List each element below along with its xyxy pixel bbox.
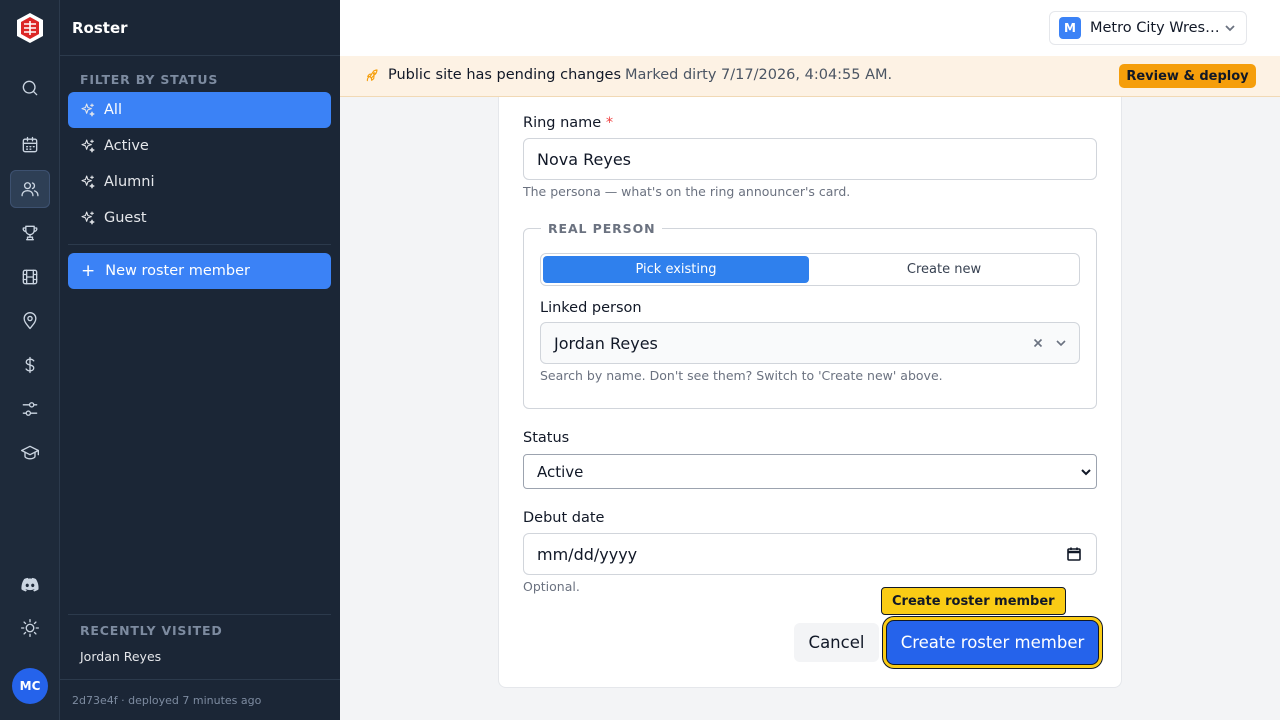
ring-name-hint: The persona — what's on the ring announc… [523,184,851,199]
tab-pick-existing[interactable]: Pick existing [543,256,809,283]
chevron-down-icon [1081,469,1091,476]
chevron-down-icon [1225,25,1235,32]
icon-rail: MC [0,0,60,720]
real-person-legend: REAL PERSON [541,221,663,236]
chevron-down-icon[interactable] [1055,337,1067,349]
top-bar: M Metro City Wres… [340,0,1280,56]
review-deploy-button[interactable]: Review & deploy [1119,64,1256,88]
debut-date-placeholder: mm/dd/yyyy [537,544,638,564]
filter-label: Guest [104,210,147,226]
graduation-cap-icon[interactable] [10,434,50,472]
create-roster-member-button[interactable]: Create roster member [883,617,1102,668]
org-name: Metro City Wres… [1090,20,1220,36]
clear-icon[interactable] [1032,337,1044,349]
divider [60,679,340,680]
plus-icon: + [81,260,96,281]
ring-name-label-text: Ring name [523,115,602,131]
linked-person-hint: Search by name. Don't see them? Switch t… [540,368,943,383]
status-value: Active [537,462,584,481]
org-badge: M [1059,17,1081,39]
dollar-icon[interactable] [10,346,50,384]
rocket-icon [366,69,378,82]
roster-member-form: Ring name * Nova Reyes The persona — wha… [498,97,1122,688]
real-person-fieldset: REAL PERSON Pick existing Create new Lin… [523,221,1097,409]
ring-name-value: Nova Reyes [537,149,632,169]
map-pin-icon[interactable] [10,302,50,340]
linked-person-value: Jordan Reyes [554,333,658,353]
trophy-icon[interactable] [10,214,50,252]
new-button-label: New roster member [105,263,250,279]
divider [68,244,331,245]
filter-item-alumni[interactable]: Alumni [68,164,331,200]
sun-icon[interactable] [10,609,50,647]
sidebar-title: Roster [72,19,128,37]
tooltip: Create roster member [881,587,1066,615]
ring-name-input[interactable]: Nova Reyes [523,138,1097,180]
ring-name-label: Ring name * [523,115,613,131]
cancel-button[interactable]: Cancel [794,623,879,662]
sliders-icon[interactable] [10,390,50,428]
sparkle-icon [81,175,95,189]
filter-heading: FILTER BY STATUS [80,72,219,87]
recent-item[interactable]: Jordan Reyes [80,649,161,664]
app-logo-icon[interactable] [16,12,44,44]
divider [68,614,331,615]
debut-date-hint: Optional. [523,579,580,594]
calendar-icon[interactable] [1066,546,1082,562]
filter-label: Alumni [104,174,155,190]
tab-create-new[interactable]: Create new [811,256,1077,283]
recent-heading: RECENTLY VISITED [80,623,223,638]
discord-icon[interactable] [10,565,50,603]
sparkle-icon [81,103,95,117]
banner-title: Public site has pending changes [388,67,622,83]
person-mode-toggle: Pick existing Create new [540,253,1080,286]
calendar-icon[interactable] [10,126,50,164]
sparkle-icon [81,211,95,225]
status-select[interactable]: Active [523,454,1097,489]
new-roster-member-button[interactable]: + New roster member [68,253,331,289]
filter-item-guest[interactable]: Guest [68,200,331,236]
search-icon[interactable] [10,69,50,107]
film-icon[interactable] [10,258,50,296]
linked-person-label: Linked person [540,300,642,316]
required-mark: * [605,115,614,131]
status-label: Status [523,430,570,446]
pending-changes-banner: Public site has pending changes Marked d… [340,56,1280,97]
linked-person-combobox[interactable]: Jordan Reyes [540,322,1080,364]
divider [60,55,340,56]
roster-sidebar: Roster FILTER BY STATUS All Active Alumn… [60,0,340,720]
deploy-info: 2d73e4f · deployed 7 minutes ago [72,694,262,707]
debut-date-input[interactable]: mm/dd/yyyy [523,533,1097,575]
filter-item-active[interactable]: Active [68,128,331,164]
filter-item-all[interactable]: All [68,92,331,128]
filter-label: All [104,102,122,118]
sparkle-icon [81,139,95,153]
filter-label: Active [104,138,149,154]
org-switcher[interactable]: M Metro City Wres… [1049,11,1247,45]
user-avatar[interactable]: MC [12,668,48,704]
banner-subtitle: Marked dirty 7/17/2026, 4:04:55 AM. [625,67,893,83]
users-icon[interactable] [10,170,50,208]
debut-date-label: Debut date [523,510,605,526]
